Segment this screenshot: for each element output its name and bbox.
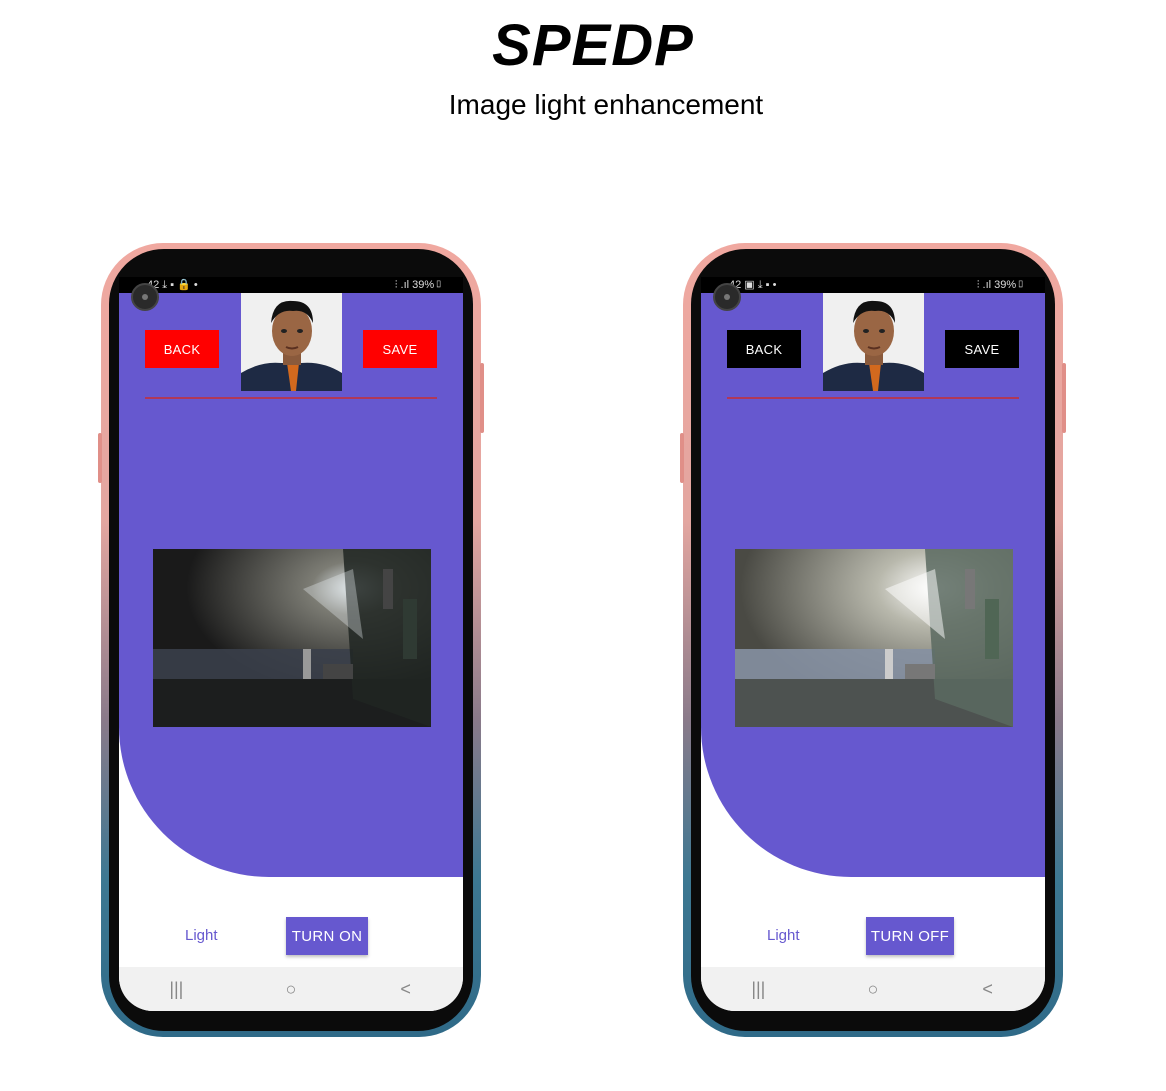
status-bar: 42 ⤓ ▪ 🔒 • ⫶ .ıl 39%▯ xyxy=(119,277,463,293)
save-button[interactable]: SAVE xyxy=(945,330,1019,368)
divider-line xyxy=(727,397,1019,399)
phone-bezel: 42 ⤓ ▪ 🔒 • ⫶ .ıl 39%▯ BACK SAVE Light TU… xyxy=(109,249,473,1031)
turn-off-button[interactable]: TURN OFF xyxy=(866,917,954,955)
phone-screen: 42 ⤓ ▪ 🔒 • ⫶ .ıl 39%▯ BACK SAVE Light TU… xyxy=(119,277,463,1011)
front-camera-icon xyxy=(713,283,741,311)
back-nav-icon[interactable]: < xyxy=(968,979,1008,1000)
light-label: Light xyxy=(185,927,218,944)
divider-line xyxy=(145,397,437,399)
alley-photo-dark xyxy=(153,549,431,727)
save-button[interactable]: SAVE xyxy=(363,330,437,368)
home-icon[interactable]: ○ xyxy=(853,979,893,1000)
recents-icon[interactable]: ||| xyxy=(156,979,196,1000)
phone-mockup-left: 42 ⤓ ▪ 🔒 • ⫶ .ıl 39%▯ BACK SAVE Light TU… xyxy=(98,243,484,1037)
home-icon[interactable]: ○ xyxy=(271,979,311,1000)
face-thumbnail xyxy=(241,293,342,391)
back-nav-icon[interactable]: < xyxy=(386,979,426,1000)
phone-bezel: 42 ▣ ⤓ ▪ • ⫶ .ıl 39%▯ BACK SAVE Light TU… xyxy=(691,249,1055,1031)
page-subtitle: Image light enhancement xyxy=(448,89,764,120)
phone-mockup-right: 42 ▣ ⤓ ▪ • ⫶ .ıl 39%▯ BACK SAVE Light TU… xyxy=(680,243,1066,1037)
android-nav-bar: ||| ○ < xyxy=(701,967,1045,1011)
light-label: Light xyxy=(767,927,800,944)
alley-photo-enhanced xyxy=(735,549,1013,727)
power-button xyxy=(480,363,484,433)
status-right: ⫶ .ıl 39%▯ xyxy=(394,279,443,291)
recents-icon[interactable]: ||| xyxy=(738,979,778,1000)
page-title: SPEDP xyxy=(492,13,694,78)
front-camera-icon xyxy=(131,283,159,311)
power-button xyxy=(1062,363,1066,433)
back-button[interactable]: BACK xyxy=(727,330,801,368)
volume-button xyxy=(680,433,684,483)
face-thumbnail xyxy=(823,293,924,391)
status-right: ⫶ .ıl 39%▯ xyxy=(976,279,1025,291)
android-nav-bar: ||| ○ < xyxy=(119,967,463,1011)
volume-button xyxy=(98,433,102,483)
back-button[interactable]: BACK xyxy=(145,330,219,368)
status-bar: 42 ▣ ⤓ ▪ • ⫶ .ıl 39%▯ xyxy=(701,277,1045,293)
turn-on-button[interactable]: TURN ON xyxy=(286,917,368,955)
phone-screen: 42 ▣ ⤓ ▪ • ⫶ .ıl 39%▯ BACK SAVE Light TU… xyxy=(701,277,1045,1011)
